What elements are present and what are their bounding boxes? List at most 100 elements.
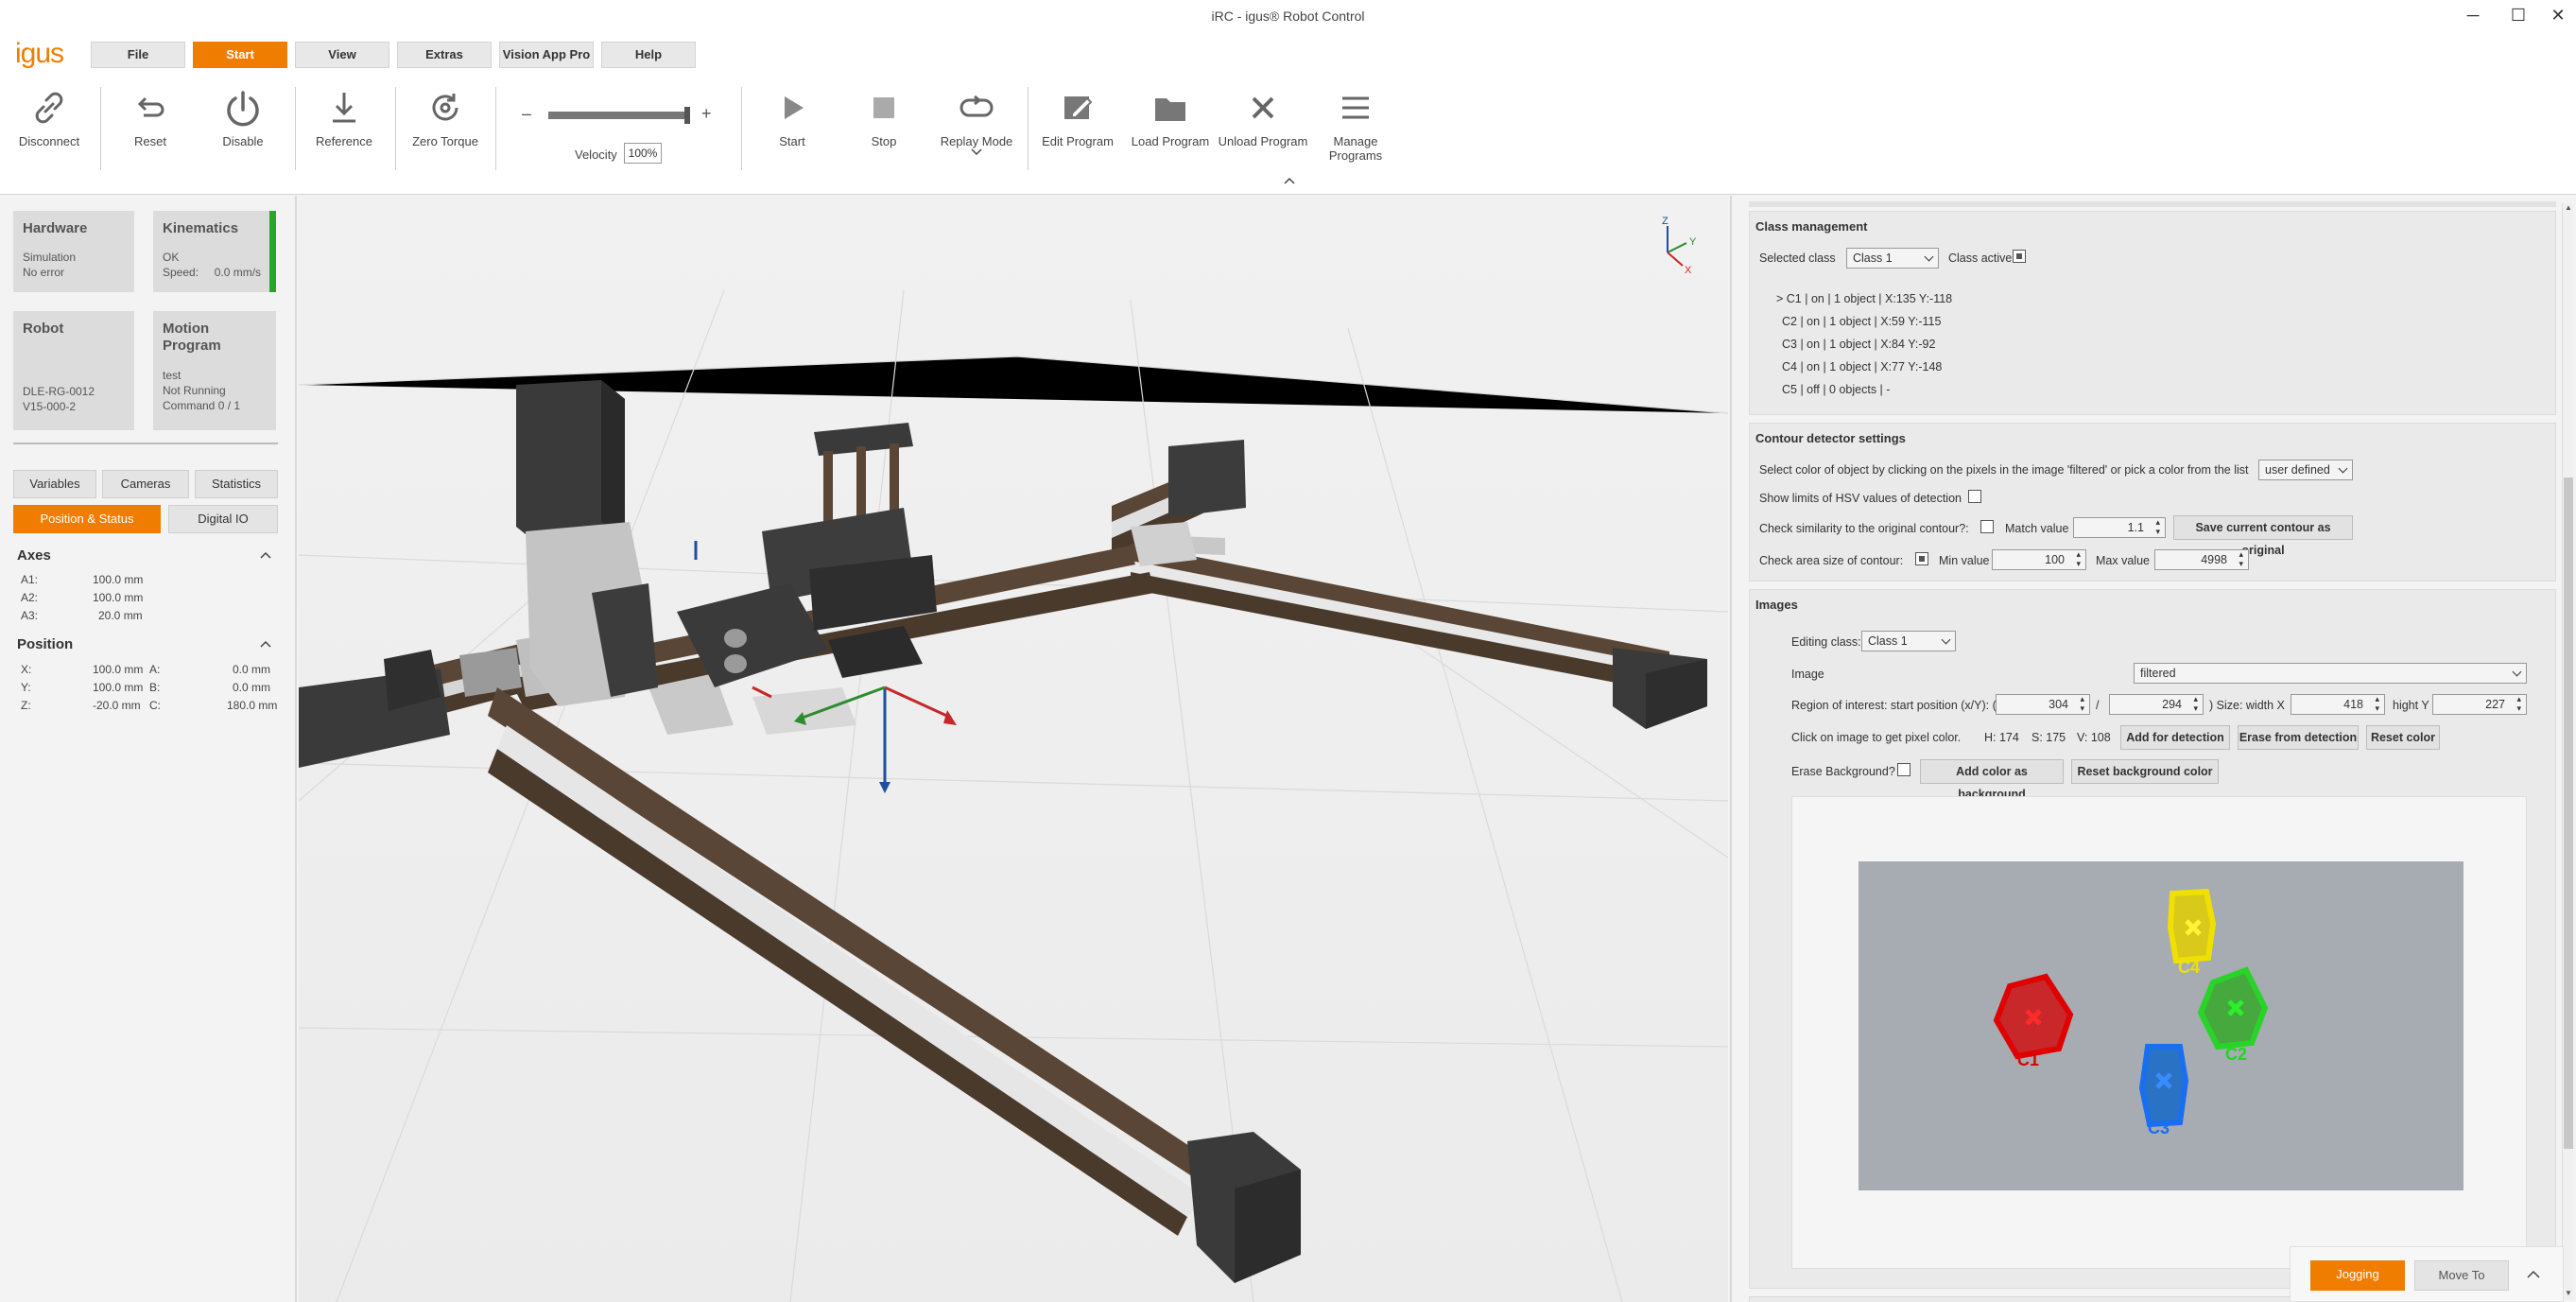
class-list-item[interactable]: C2 | on | 1 object | X:59 Y:-115 bbox=[1782, 315, 1941, 328]
jogging-button[interactable]: Jogging bbox=[2310, 1260, 2405, 1291]
check-area-checkbox[interactable] bbox=[1915, 552, 1928, 565]
min-value-label: Min value bbox=[1939, 554, 1990, 567]
class-list-item[interactable]: C3 | on | 1 object | X:84 Y:-92 bbox=[1782, 338, 1935, 351]
check-similarity-checkbox[interactable] bbox=[1980, 520, 1994, 533]
menu-start[interactable]: Start bbox=[193, 42, 287, 68]
replay-mode-button[interactable]: Replay Mode bbox=[929, 89, 1024, 183]
hardware-tile[interactable]: Hardware Simulation No error bbox=[13, 211, 134, 292]
reset-background-color-button[interactable]: Reset background color bbox=[2071, 759, 2219, 784]
menu-view[interactable]: View bbox=[295, 42, 389, 68]
class-list-item[interactable]: > C1 | on | 1 object | X:135 Y:-118 bbox=[1776, 292, 1952, 305]
gizmo-y-label: Y bbox=[1689, 236, 1697, 248]
tab-position-status[interactable]: Position & Status bbox=[13, 505, 161, 533]
velocity-minus[interactable]: – bbox=[522, 104, 531, 124]
size-height-input[interactable]: 227 bbox=[2432, 694, 2527, 715]
chevron-up-icon[interactable] bbox=[2526, 1270, 2541, 1279]
ribbon-separator bbox=[1028, 87, 1029, 170]
menu-file[interactable]: File bbox=[91, 42, 185, 68]
move-to-button[interactable]: Move To bbox=[2414, 1260, 2509, 1291]
manage-programs-button[interactable]: Manage Programs bbox=[1308, 89, 1403, 183]
axis-a3-value: 20.0 mm bbox=[98, 609, 143, 622]
tab-statistics[interactable]: Statistics bbox=[195, 470, 278, 498]
scrollbar-thumb[interactable] bbox=[2564, 477, 2573, 1149]
velocity-plus[interactable]: + bbox=[701, 104, 712, 124]
scroll-down-icon[interactable]: ▼ bbox=[2563, 1289, 2574, 1300]
disable-button[interactable]: Disable bbox=[196, 89, 290, 183]
zero-torque-button[interactable]: Zero Torque bbox=[398, 89, 493, 183]
reset-button[interactable]: Reset bbox=[103, 89, 198, 183]
link-icon bbox=[35, 92, 63, 124]
show-hsv-checkbox[interactable] bbox=[1968, 490, 1981, 503]
min-value-input[interactable]: 100 bbox=[1992, 549, 2086, 570]
velocity-slider-track[interactable] bbox=[548, 107, 690, 124]
motion-program-tile[interactable]: Motion Program test Not Running Command 0… bbox=[153, 311, 276, 430]
roi-label: Region of interest: start position (x/Y)… bbox=[1791, 699, 1997, 712]
save-contour-button[interactable]: Save current contour as original bbox=[2173, 515, 2353, 557]
zero-torque-label: Zero Torque bbox=[412, 134, 478, 148]
chevron-down-icon[interactable] bbox=[970, 148, 983, 156]
list-icon bbox=[1342, 96, 1369, 119]
check-area-label: Check area size of contour: bbox=[1759, 554, 1904, 567]
menu-vision-app-pro[interactable]: Vision App Pro bbox=[499, 42, 594, 68]
editing-class-dropdown[interactable]: Class 1 bbox=[1861, 631, 1956, 651]
load-program-button[interactable]: Load Program bbox=[1123, 89, 1218, 183]
robot-model: DLE-RG-0012 bbox=[23, 385, 95, 398]
start-button[interactable]: Start bbox=[745, 89, 839, 183]
match-value-input[interactable]: 1.1 bbox=[2073, 517, 2166, 538]
reset-color-button[interactable]: Reset color bbox=[2366, 725, 2440, 750]
stop-button[interactable]: Stop bbox=[837, 89, 931, 183]
roi-x-input[interactable]: 304 bbox=[1996, 694, 2090, 715]
size-width-input[interactable]: 418 bbox=[2291, 694, 2385, 715]
class-list-item[interactable]: C4 | on | 1 object | X:77 Y:-148 bbox=[1782, 360, 1942, 373]
add-for-detection-button[interactable]: Add for detection bbox=[2120, 725, 2230, 750]
edit-program-button[interactable]: Edit Program bbox=[1030, 89, 1125, 183]
pos-b-label: B: bbox=[149, 681, 161, 694]
object-c3-label: C3 bbox=[2148, 1119, 2170, 1137]
minimize-button[interactable]: ─ bbox=[2452, 2, 2494, 30]
menu-help[interactable]: Help bbox=[601, 42, 696, 68]
class-list-item[interactable]: C5 | off | 0 objects | - bbox=[1782, 383, 1890, 396]
robot-tile[interactable]: Robot DLE-RG-0012 V15-000-2 bbox=[13, 311, 134, 430]
tab-digital-io[interactable]: Digital IO bbox=[168, 505, 278, 533]
pos-y-value: 100.0 mm bbox=[93, 681, 144, 694]
kinematics-tile[interactable]: Kinematics OK Speed: 0.0 mm/s bbox=[153, 211, 276, 292]
color-preset-dropdown[interactable]: user defined bbox=[2258, 460, 2353, 480]
scroll-up-icon[interactable]: ▲ bbox=[2563, 203, 2574, 215]
selected-class-dropdown[interactable]: Class 1 bbox=[1846, 248, 1939, 269]
velocity-slider-handle[interactable] bbox=[684, 107, 690, 124]
filtered-camera-image[interactable]: C4 C2 C1 C3 bbox=[1859, 861, 2464, 1190]
tab-cameras[interactable]: Cameras bbox=[102, 470, 189, 498]
roi-y-input[interactable]: 294 bbox=[2109, 694, 2204, 715]
show-hsv-label: Show limits of HSV values of detection bbox=[1759, 492, 1962, 505]
editing-class-label: Editing class: bbox=[1791, 635, 1861, 649]
max-value-input[interactable]: 4998 bbox=[2154, 549, 2249, 570]
object-c2-label: C2 bbox=[2225, 1045, 2247, 1064]
select-color-text: Select color of object by clicking on th… bbox=[1759, 463, 2249, 477]
chevron-up-icon[interactable] bbox=[259, 639, 272, 649]
erase-background-checkbox[interactable] bbox=[1897, 763, 1910, 776]
maximize-button[interactable]: ☐ bbox=[2498, 2, 2539, 30]
menu-extras[interactable]: Extras bbox=[397, 42, 492, 68]
speed-value: 0.0 mm/s bbox=[214, 266, 262, 279]
class-active-checkbox[interactable] bbox=[2013, 250, 2026, 263]
scrollbar[interactable]: ▲ ▼ bbox=[2562, 203, 2573, 1300]
pos-a-label: A: bbox=[149, 663, 161, 676]
erase-from-detection-button[interactable]: Erase from detection bbox=[2238, 725, 2359, 750]
add-color-as-background-button[interactable]: Add color as background bbox=[1920, 759, 2064, 801]
image-type-dropdown[interactable]: filtered bbox=[2134, 663, 2527, 684]
close-button[interactable]: ✕ bbox=[2537, 2, 2576, 30]
unload-program-button[interactable]: Unload Program bbox=[1216, 89, 1310, 183]
3d-viewport[interactable]: Z Y X bbox=[299, 196, 1728, 1302]
collapse-ribbon-icon[interactable] bbox=[1283, 176, 1296, 185]
axis-a1-value: 100.0 mm bbox=[93, 573, 144, 586]
tab-variables[interactable]: Variables bbox=[13, 470, 96, 498]
chevron-up-icon[interactable] bbox=[259, 550, 272, 560]
velocity-input[interactable]: 100% bbox=[624, 143, 662, 164]
robot-3d-scene[interactable] bbox=[299, 196, 1728, 1302]
reference-button[interactable]: Reference bbox=[297, 89, 391, 183]
replay-mode-label: Replay Mode bbox=[940, 134, 1013, 148]
disconnect-button[interactable]: Disconnect bbox=[2, 89, 96, 183]
check-similarity-label: Check similarity to the original contour… bbox=[1759, 522, 1969, 535]
ribbon-separator bbox=[295, 87, 296, 170]
folder-icon bbox=[1155, 98, 1185, 121]
